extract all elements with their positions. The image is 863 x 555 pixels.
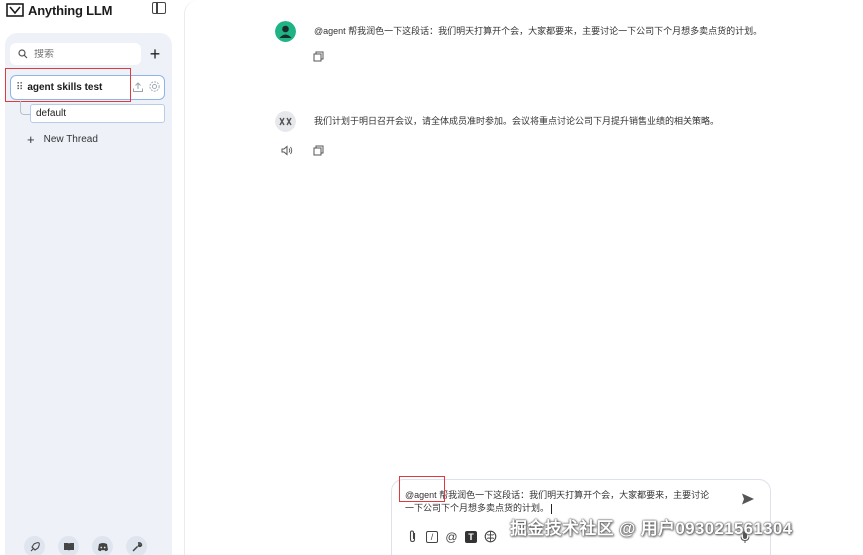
search-input[interactable] bbox=[34, 48, 134, 60]
new-thread-button[interactable]: + New Thread bbox=[27, 132, 98, 147]
user-message-text: @agent 帮我润色一下这段话：我们明天打算开个会，大家都要来，主要讨论一下公… bbox=[314, 26, 763, 36]
sidebar-toggle-icon[interactable] bbox=[152, 2, 166, 14]
search-icon bbox=[18, 49, 28, 59]
text-caret bbox=[551, 503, 553, 514]
thread-item-default[interactable]: default bbox=[30, 104, 165, 123]
discord-icon bbox=[97, 542, 108, 551]
prompt-line-2: 一下公司下个月想多卖点货的计划。 bbox=[405, 503, 550, 513]
assistant-avatar-icon bbox=[275, 111, 296, 132]
annotation-highlight-workspace bbox=[5, 68, 131, 102]
thread-tree-connector bbox=[20, 101, 30, 115]
add-workspace-button[interactable]: + bbox=[145, 44, 165, 64]
prompt-line-1: @agent 帮我润色一下这段话：我们明天打算开个会，大家都要来，主要讨论 bbox=[405, 490, 710, 500]
discord-button[interactable] bbox=[92, 536, 113, 555]
text-format-button[interactable]: T bbox=[465, 530, 477, 543]
new-thread-label: New Thread bbox=[43, 134, 98, 145]
community-hub-button[interactable] bbox=[24, 536, 45, 555]
assistant-message-text: 我们计划于明日召开会议，请全体成员准时参加。会议将重点讨论公司下月提升销售业绩的… bbox=[314, 116, 720, 126]
paperclip-icon bbox=[409, 530, 416, 543]
agent-mention-button[interactable]: @ bbox=[445, 530, 458, 544]
docs-button[interactable] bbox=[58, 536, 79, 555]
app-name: Anything LLM bbox=[28, 2, 113, 18]
attach-button[interactable] bbox=[406, 530, 419, 543]
copy-icon[interactable] bbox=[313, 51, 324, 62]
upload-icon[interactable] bbox=[132, 81, 144, 93]
speaker-icon[interactable] bbox=[281, 145, 293, 156]
rocket-icon bbox=[30, 541, 40, 551]
sidebar-footer bbox=[24, 536, 147, 555]
book-icon bbox=[63, 542, 74, 551]
brain-icon bbox=[484, 530, 497, 543]
copy-icon[interactable] bbox=[313, 145, 324, 156]
annotation-highlight-agent bbox=[399, 476, 445, 502]
wrench-icon bbox=[131, 541, 142, 552]
chat-message-user: @agent 帮我润色一下这段话：我们明天打算开个会，大家都要来，主要讨论一下公… bbox=[275, 21, 762, 42]
composer-toolbar: / @ T bbox=[406, 530, 497, 544]
anything-llm-logo-icon bbox=[6, 3, 24, 17]
plus-icon: + bbox=[27, 132, 35, 147]
user-avatar-icon bbox=[275, 21, 296, 42]
slash-command-button[interactable]: / bbox=[426, 530, 438, 543]
model-settings-button[interactable] bbox=[484, 530, 497, 543]
watermark: 掘金技术社区 @ 用户093021561304 bbox=[510, 519, 793, 538]
search-box[interactable] bbox=[10, 43, 141, 65]
brand: Anything LLM bbox=[6, 1, 112, 19]
settings-button[interactable] bbox=[126, 536, 147, 555]
send-icon[interactable] bbox=[741, 492, 755, 506]
prompt-input[interactable]: @agent 帮我润色一下这段话：我们明天打算开个会，大家都要来，主要讨论 一下… bbox=[405, 489, 725, 515]
chat-message-assistant: 我们计划于明日召开会议，请全体成员准时参加。会议将重点讨论公司下月提升销售业绩的… bbox=[275, 111, 719, 132]
gear-icon[interactable] bbox=[148, 80, 161, 93]
sidebar: Anything LLM + ⠿ agent skills test bbox=[0, 0, 184, 555]
chat-panel bbox=[184, 0, 863, 555]
app-window: Anything LLM + ⠿ agent skills test bbox=[0, 0, 863, 555]
